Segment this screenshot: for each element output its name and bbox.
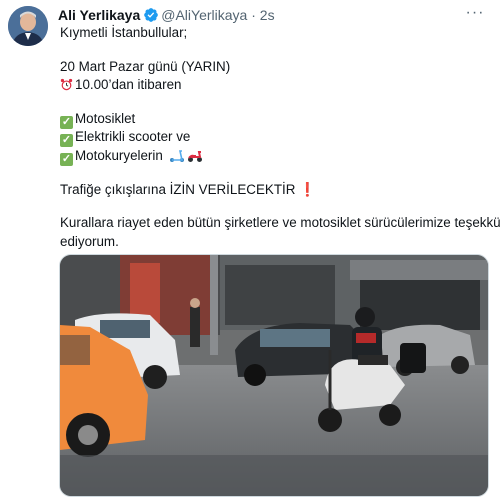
tweet-text: Kıymetli İstanbullular; 20 Mart Pazar gü… — [60, 24, 500, 251]
text-line: ediyorum. — [60, 233, 119, 249]
text-line: 10.00’dan itibaren — [60, 76, 490, 95]
motor-scooter-icon — [187, 149, 203, 169]
timestamp[interactable]: 2s — [260, 7, 275, 23]
text-line: Trafiğe çıkışlarına İZİN VERİLECEKTİR ❗ — [60, 181, 316, 197]
tweet-header: Ali Yerlikaya @AliYerlikaya · 2s — [58, 5, 460, 25]
check-box-icon: ✓ — [60, 134, 73, 148]
tweet[interactable]: Ali Yerlikaya @AliYerlikaya · 2s ··· Kıym… — [0, 0, 500, 503]
text-line: 20 Mart Pazar günü (YARIN) — [60, 58, 231, 74]
text-line: Kurallara riayet eden bütün şirketlere v… — [60, 215, 500, 231]
kick-scooter-icon — [169, 149, 185, 169]
author-name[interactable]: Ali Yerlikaya — [58, 7, 140, 23]
avatar[interactable] — [8, 6, 48, 46]
text-line: ✓ Motosiklet — [60, 110, 136, 129]
check-box-icon: ✓ — [60, 152, 73, 166]
text-line: Kıymetli İstanbullular; — [60, 25, 188, 40]
alarm-clock-icon — [60, 78, 73, 97]
more-icon[interactable]: ··· — [464, 4, 486, 26]
author-handle[interactable]: @AliYerlikaya — [161, 7, 247, 23]
tweet-photo[interactable] — [59, 254, 489, 497]
text-line: ✓ Elektrikli scooter ve — [60, 129, 191, 148]
check-box-icon: ✓ — [60, 115, 73, 129]
text-line: ✓ Motokuryelerin — [60, 147, 490, 166]
separator-dot: · — [251, 7, 256, 23]
